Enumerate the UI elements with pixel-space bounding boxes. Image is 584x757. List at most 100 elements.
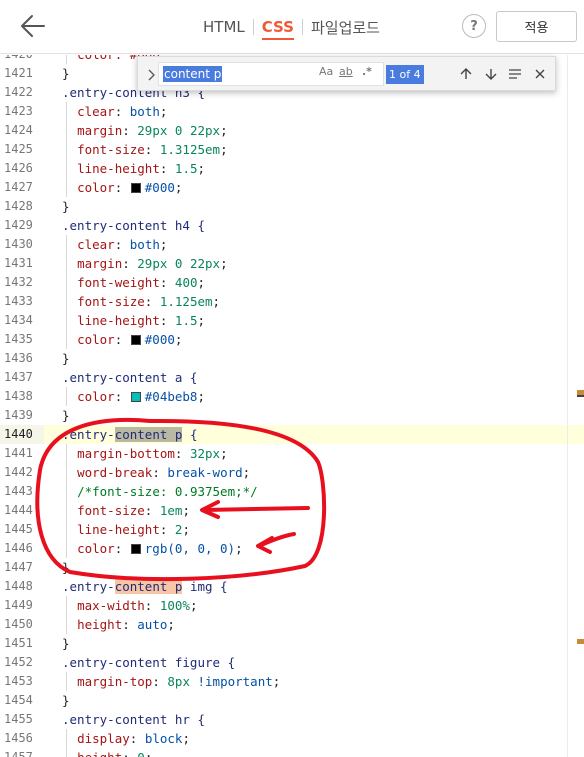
code-token: : [129, 731, 145, 746]
code-line[interactable]: 1433 font-size: 1.125em; [0, 292, 584, 311]
code-line[interactable]: 1444 font-size: 1em; [0, 501, 584, 520]
line-number: 1450 [0, 615, 44, 634]
line-number: 1424 [0, 121, 44, 140]
code-token: color [77, 332, 115, 347]
code-line[interactable]: 1439} [0, 406, 584, 425]
code-line[interactable]: 1424 margin: 29px 0 22px; [0, 121, 584, 140]
color-swatch[interactable] [130, 544, 141, 554]
code-line[interactable]: 1436} [0, 349, 584, 368]
code-token: height [77, 617, 123, 632]
code-line[interactable]: 1441 margin-bottom: 32px; [0, 444, 584, 463]
code-line[interactable]: 1432 font-weight: 400; [0, 273, 584, 292]
css-code-editor[interactable]: 1420 color: #000; 1421} 1422 .entry-content… [0, 55, 584, 757]
code-line[interactable]: 1457 height: 0; [0, 748, 584, 757]
code-line[interactable]: 1445 line-height: 2; [0, 520, 584, 539]
code-token: line-height [77, 522, 160, 537]
code-token: ; [159, 104, 168, 119]
code-line[interactable]: 1430 clear: both; [0, 235, 584, 254]
line-number: 1432 [0, 273, 44, 292]
code-token: ; [197, 161, 206, 176]
code-token: } [62, 408, 70, 423]
code-line[interactable]: 1443 /*font-size: 0.9375em;*/ [0, 482, 584, 501]
code-line[interactable]: 1437 .entry-content a { [0, 368, 584, 387]
code-line[interactable]: 1447} [0, 558, 584, 577]
code-line[interactable]: 1454} [0, 691, 584, 710]
code-line[interactable]: 1423 clear: both; [0, 102, 584, 121]
code-line[interactable]: 1435 color: #000; [0, 330, 584, 349]
code-line[interactable]: 1451} [0, 634, 584, 653]
back-arrow-icon[interactable] [18, 13, 46, 39]
line-number: 1437 [0, 368, 44, 387]
code-line[interactable]: 1449 max-width: 100%; [0, 596, 584, 615]
code-line[interactable]: 1452 .entry-content figure { [0, 653, 584, 672]
scrollbar-match-marker [577, 395, 584, 397]
line-number: 1428 [0, 197, 44, 216]
code-token: ; [174, 332, 183, 347]
code-line[interactable]: 1455 .entry-content hr { [0, 710, 584, 729]
find-widget: content p Aa ab .* 1 of 4 [137, 56, 556, 91]
code-line[interactable]: 1428} [0, 197, 584, 216]
code-token: : [114, 541, 130, 556]
code-token: ; [220, 256, 228, 271]
use-regex-toggle[interactable]: .* [362, 65, 372, 78]
code-token: : [144, 294, 160, 309]
code-line[interactable]: 1450 height: auto; [0, 615, 584, 634]
code-line[interactable]: 1429 .entry-content h4 { [0, 216, 584, 235]
code-text: .entry-content p img { [62, 577, 228, 596]
code-line[interactable]: 1434 line-height: 1.5; [0, 311, 584, 330]
code-line[interactable]: 1440 .entry-content p { [0, 425, 584, 444]
code-line[interactable]: 1446 color: rgb(0, 0, 0); [0, 539, 584, 558]
tab-file-upload[interactable]: 파일업로드 [311, 17, 380, 38]
close-icon[interactable] [532, 66, 548, 82]
match-case-toggle[interactable]: Aa [319, 65, 333, 78]
apply-button[interactable]: 적용 [496, 11, 577, 42]
code-token: : [122, 123, 138, 138]
editor-scrollbar[interactable] [567, 55, 584, 757]
help-button[interactable]: ? [462, 14, 486, 38]
code-token: .entry- [62, 427, 115, 442]
color-swatch[interactable] [130, 392, 141, 402]
code-line[interactable]: 1427 color: #000; [0, 178, 584, 197]
toggle-replace-icon[interactable] [146, 67, 158, 81]
code-token: 1em [159, 503, 183, 518]
previous-match-icon[interactable] [458, 66, 474, 82]
code-line[interactable]: 1453 margin-top: 8px !important; [0, 672, 584, 691]
code-line[interactable]: 1431 margin: 29px 0 22px; [0, 254, 584, 273]
next-match-icon[interactable] [483, 66, 499, 82]
find-in-selection-icon[interactable] [507, 66, 523, 82]
code-line[interactable]: 1426 line-height: 1.5; [0, 159, 584, 178]
line-number: 1443 [0, 482, 44, 501]
code-token: ; [220, 123, 228, 138]
color-swatch[interactable] [130, 183, 141, 193]
code-line[interactable]: 1438 color: #04beb8; [0, 387, 584, 406]
line-number: 1447 [0, 558, 44, 577]
code-token: 0 [137, 750, 145, 757]
line-number: 1454 [0, 691, 44, 710]
code-text: line-height: 1.5; [62, 159, 205, 178]
tab-css[interactable]: CSS [261, 18, 294, 40]
code-token: 8px [167, 674, 190, 689]
code-line[interactable]: 1442 word-break: break-word; [0, 463, 584, 482]
tab-divider [252, 19, 254, 35]
code-text: height: 0; [62, 748, 152, 757]
color-swatch[interactable] [130, 335, 141, 345]
match-whole-word-toggle[interactable]: ab [339, 65, 353, 78]
code-token: auto [137, 617, 168, 632]
find-query: content p [163, 66, 223, 82]
code-token: } [62, 66, 70, 81]
code-line[interactable]: 1425 font-size: 1.3125em; [0, 140, 584, 159]
code-line[interactable]: 1456 display: block; [0, 729, 584, 748]
tab-html[interactable]: HTML [203, 18, 245, 36]
code-token: ; [197, 275, 206, 290]
code-token: clear [77, 104, 115, 119]
code-line[interactable]: 1448 .entry-content p img { [0, 577, 584, 596]
code-token: both [129, 104, 160, 119]
code-token: : [152, 674, 168, 689]
